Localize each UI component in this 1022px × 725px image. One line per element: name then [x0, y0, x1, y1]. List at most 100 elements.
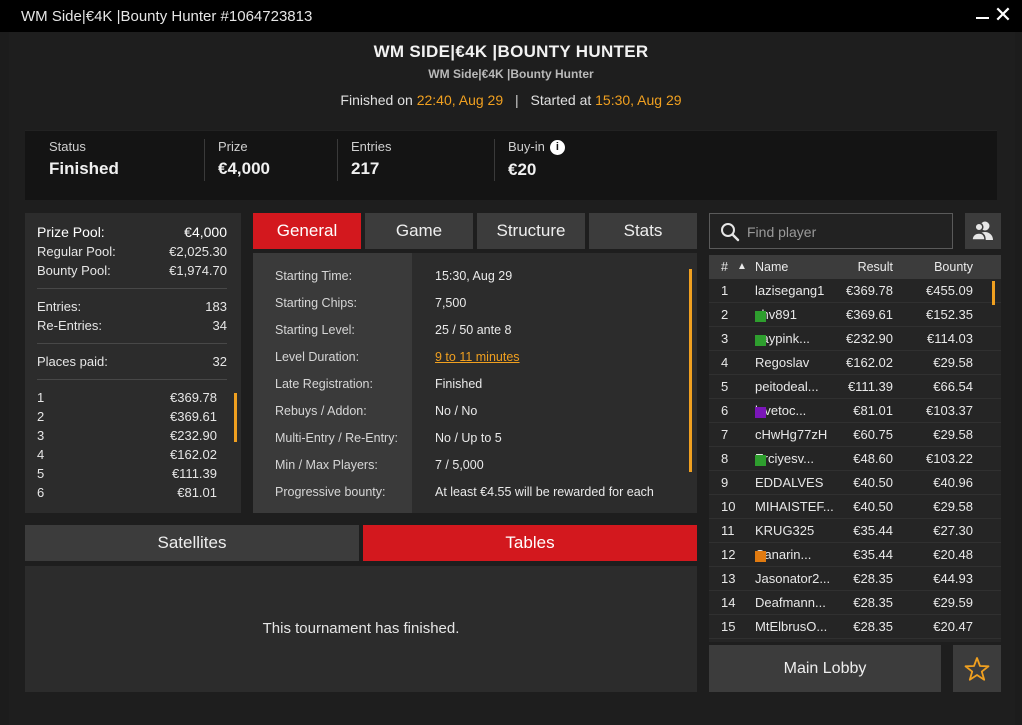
- player-rank: 11: [721, 523, 735, 538]
- player-result: €40.50: [853, 475, 893, 490]
- player-row[interactable]: 8 Erciyesv... €48.60 €103.22: [709, 447, 1001, 471]
- player-name-cell: Jasonator2...: [755, 571, 830, 586]
- prize-pool-row: Bounty Pool: €1,974.70: [37, 261, 227, 280]
- main-lobby-button[interactable]: Main Lobby: [709, 645, 941, 692]
- prize-pool-label: Bounty Pool:: [37, 263, 111, 278]
- prize-summary: Prize €4,000: [218, 139, 270, 189]
- players-scrollbar[interactable]: [992, 281, 995, 305]
- tab-game[interactable]: Game: [365, 213, 473, 249]
- prize-value: €4,000: [218, 159, 270, 178]
- player-name-cell: Regoslav: [755, 355, 809, 370]
- general-info-key: Late Registration:: [275, 377, 373, 391]
- player-row[interactable]: 15 MtElbrusO... €28.35 €20.47: [709, 615, 1001, 639]
- player-bounty: €29.59: [933, 595, 973, 610]
- entries-row-value: 34: [212, 318, 227, 333]
- started-label: Started at: [530, 92, 592, 108]
- tournament-title: WM SIDE|€4K |BOUNTY HUNTER: [373, 42, 649, 61]
- general-info-key: Starting Chips:: [275, 296, 357, 310]
- payout-place: 4: [37, 447, 45, 462]
- player-bounty: €103.37: [926, 403, 973, 418]
- payouts-scrollbar[interactable]: [234, 393, 237, 442]
- payout-row: 6 €81.01: [37, 483, 227, 502]
- player-bounty: €66.54: [933, 379, 973, 394]
- col-name[interactable]: Name: [755, 260, 788, 274]
- favorite-button[interactable]: [953, 645, 1001, 692]
- tab-general[interactable]: General: [253, 213, 361, 249]
- status-label: Status: [49, 139, 86, 154]
- col-bounty[interactable]: Bounty: [934, 260, 973, 274]
- player-row[interactable]: 5 peitodeal... €111.39 €66.54: [709, 375, 1001, 399]
- player-row[interactable]: 13 Jasonator2... €28.35 €44.93: [709, 567, 1001, 591]
- player-row[interactable]: 12 Canarin... €35.44 €20.48: [709, 543, 1001, 567]
- status-value: Finished: [49, 159, 119, 178]
- player-row[interactable]: 10 MIHAISTEF... €40.50 €29.58: [709, 495, 1001, 519]
- player-row[interactable]: 3 saypink... €232.90 €114.03: [709, 327, 1001, 351]
- player-rank: 9: [721, 475, 729, 490]
- general-scrollbar[interactable]: [689, 269, 692, 472]
- entries-row: Entries: 183: [37, 297, 227, 316]
- tab-structure[interactable]: Structure: [477, 213, 585, 249]
- prize-pool-label: Prize Pool:: [37, 224, 105, 240]
- sort-asc-icon[interactable]: ▲: [737, 261, 747, 272]
- level-duration-link[interactable]: 9 to 11 minutes: [435, 350, 520, 364]
- player-rank: 5: [721, 379, 729, 394]
- player-name-cell: lazisegang1: [755, 283, 824, 298]
- player-row[interactable]: 14 Deafmann... €28.35 €29.59: [709, 591, 1001, 615]
- info-icon[interactable]: i: [549, 140, 565, 156]
- player-name: MIHAISTEF...: [755, 499, 834, 514]
- player-row[interactable]: 9 EDDALVES €40.50 €40.96: [709, 471, 1001, 495]
- player-name-cell: KRUG325: [755, 523, 814, 538]
- player-name: Deafmann...: [755, 595, 826, 610]
- player-bounty: €29.58: [933, 355, 973, 370]
- general-info-row: Min / Max Players: 7 / 5,000: [253, 458, 697, 485]
- tournament-subtitle: WM Side|€4K |Bounty Hunter: [428, 67, 594, 81]
- player-bounty: €455.09: [926, 283, 973, 298]
- prize-pool-label: Regular Pool:: [37, 244, 116, 259]
- player-bounty: €29.58: [933, 499, 973, 514]
- payout-amount: €232.90: [170, 428, 217, 443]
- player-bounty: €152.35: [926, 307, 973, 322]
- title-bar: WM Side|€4K |Bounty Hunter #1064723813 ✕: [0, 0, 1022, 32]
- player-result: €28.35: [853, 619, 893, 634]
- buyin-label-row: Buy-in i: [508, 139, 565, 156]
- entries-summary: Entries 217: [351, 139, 391, 189]
- close-icon[interactable]: ✕: [991, 4, 1015, 28]
- player-row[interactable]: 11 KRUG325 €35.44 €27.30: [709, 519, 1001, 543]
- payout-amount: €369.78: [170, 390, 217, 405]
- tab-tables[interactable]: Tables: [363, 525, 697, 561]
- general-info-value: No / Up to 5: [435, 431, 502, 445]
- player-name-cell: cHwHg77zH: [755, 427, 827, 442]
- player-bounty: €103.22: [926, 451, 973, 466]
- player-row[interactable]: 4 Regoslav €162.02 €29.58: [709, 351, 1001, 375]
- player-row[interactable]: 1 lazisegang1 €369.78 €455.09: [709, 279, 1001, 303]
- tab-stats[interactable]: Stats: [589, 213, 697, 249]
- general-info-value: No / No: [435, 404, 478, 418]
- player-name-cell: saypink...: [755, 331, 810, 346]
- player-name-cell: EDDALVES: [755, 475, 823, 490]
- player-rank: 10: [721, 499, 736, 514]
- entries-row-label: Re-Entries:: [37, 318, 103, 333]
- tab-satellites[interactable]: Satellites: [25, 525, 359, 561]
- friends-button[interactable]: [965, 213, 1001, 249]
- player-flag-icon: [755, 335, 766, 346]
- player-name-cell: MtElbrusO...: [755, 619, 827, 634]
- search-input[interactable]: [747, 221, 947, 243]
- general-info-key: Multi-Entry / Re-Entry:: [275, 431, 398, 445]
- payout-row: 2 €369.61: [37, 407, 227, 426]
- finished-time: 22:40, Aug 29: [416, 92, 504, 108]
- col-rank[interactable]: #: [721, 260, 728, 274]
- player-result: €369.61: [846, 307, 893, 322]
- player-result: €162.02: [846, 355, 893, 370]
- player-row[interactable]: 6 lcvetoc... €81.01 €103.37: [709, 399, 1001, 423]
- payout-place: 6: [37, 485, 45, 500]
- divider: [37, 343, 227, 344]
- payout-row: 4 €162.02: [37, 445, 227, 464]
- prize-pool-value: €1,974.70: [169, 263, 227, 278]
- player-name-cell: chv891: [755, 307, 797, 322]
- payout-place: 1: [37, 390, 45, 405]
- player-row[interactable]: 2 chv891 €369.61 €152.35: [709, 303, 1001, 327]
- col-result[interactable]: Result: [858, 260, 893, 274]
- player-row[interactable]: 7 cHwHg77zH €60.75 €29.58: [709, 423, 1001, 447]
- general-info-value: 15:30, Aug 29: [435, 269, 513, 283]
- buyin-label: Buy-in: [508, 139, 545, 154]
